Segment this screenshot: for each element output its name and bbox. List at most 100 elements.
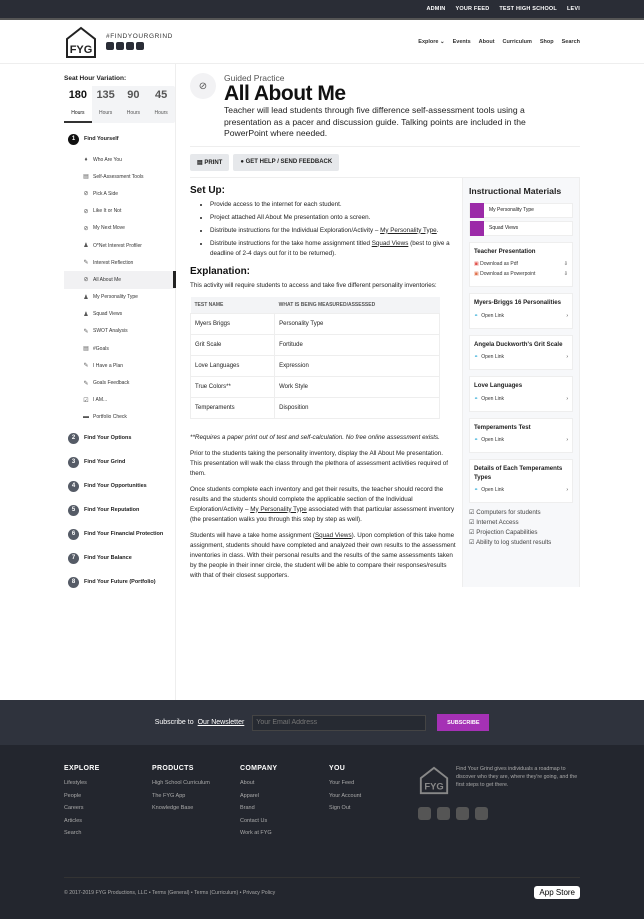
step-7[interactable]: 7 Find Your Balance (64, 546, 175, 570)
nav-shop[interactable]: Shop (540, 39, 554, 45)
step-6[interactable]: 6 Find Your Financial Protection (64, 522, 175, 546)
footer-link[interactable]: Apparel (240, 793, 277, 799)
newsletter-bar: Subscribe to Our Newsletter SUBSCRIBE (0, 700, 644, 745)
step-1[interactable]: 1 Find Yourself (64, 127, 175, 151)
footer-link[interactable]: Contact Us (240, 818, 277, 824)
subscribe-button[interactable]: SUBSCRIBE (437, 714, 490, 731)
sidebar-item[interactable]: ♟ O*Net Interest Profiler (64, 237, 175, 254)
hours-tab-45[interactable]: 45 Hours (147, 86, 175, 123)
material-tag[interactable]: Squad Views (469, 220, 573, 236)
table-row: True Colors** Work Style (189, 375, 440, 398)
newsletter-link[interactable]: Our Newsletter (198, 719, 245, 726)
requirement-item: ☑ Computers for students (469, 509, 541, 516)
footer-link[interactable]: Knowledge Base (152, 805, 210, 811)
step-5[interactable]: 5 Find Your Reputation (64, 498, 175, 522)
step-4[interactable]: 4 Find Your Opportunities (64, 474, 175, 498)
person-icon (470, 202, 484, 218)
download-icon: ⇩ (563, 271, 568, 277)
setup-item: Project attached All About Me presentati… (210, 213, 456, 223)
sidebar-item[interactable]: ✎ Goals Feedback (64, 374, 175, 391)
item-icon: ✎ (83, 328, 89, 335)
sidebar-item[interactable]: ✎ SWOT Analysis (64, 323, 175, 340)
admin-link[interactable]: ADMIN (426, 6, 445, 12)
instructional-materials: Instructional Materials My Personality T… (462, 177, 580, 587)
download-pdf[interactable]: ▣ Download as Pdf ⇩ (474, 261, 568, 267)
open-link[interactable]: ⚭ Open Link › (474, 487, 568, 493)
your-feed-link[interactable]: YOUR FEED (455, 6, 489, 12)
feedback-button[interactable]: ● GET HELP / SEND FEEDBACK (233, 153, 340, 171)
fyg-logo[interactable]: FYG (418, 765, 450, 797)
setup-item: Distribute instructions for the take hom… (210, 239, 456, 259)
footer-link[interactable]: Your Account (329, 793, 361, 799)
step-8[interactable]: 8 Find Your Future (Portfolio) (64, 570, 175, 594)
open-link[interactable]: ⚭ Open Link › (474, 437, 568, 443)
sidebar-item[interactable]: ♦ Who Are You (64, 151, 175, 168)
twitter-icon[interactable] (456, 807, 469, 820)
sidebar-item[interactable]: ✎ I Have a Plan (64, 357, 175, 374)
youtube-icon[interactable] (136, 42, 144, 50)
nav-about[interactable]: About (479, 39, 495, 45)
sidebar-item[interactable]: ▤ #Goals (64, 340, 175, 357)
footer-link[interactable]: Search (64, 830, 100, 836)
email-input[interactable] (252, 714, 427, 731)
school-link[interactable]: TEST HIGH SCHOOL (499, 6, 557, 12)
sidebar-item[interactable]: ♟ Squad Views (64, 306, 175, 323)
sidebar-item[interactable]: ⊘ All About Me (64, 271, 175, 289)
open-link[interactable]: ⚭ Open Link › (474, 396, 568, 402)
squad-views-link[interactable]: Squad Views (315, 532, 352, 539)
hours-tab-135[interactable]: 135 Hours (92, 86, 120, 123)
footer-link[interactable]: Sign Out (329, 805, 361, 811)
item-icon: ♦ (84, 156, 88, 163)
nav-curriculum[interactable]: Curriculum (503, 39, 532, 45)
nav-explore[interactable]: Explore ⌄ (418, 39, 444, 45)
footer-link[interactable]: About (240, 780, 277, 786)
sidebar-item[interactable]: ⊘ Pick A Side (64, 185, 175, 202)
nav-search[interactable]: Search (562, 39, 580, 45)
footer-link[interactable]: Work at FYG (240, 830, 277, 836)
open-link[interactable]: ⚭ Open Link › (474, 354, 568, 360)
instagram-icon[interactable] (437, 807, 450, 820)
twitter-icon[interactable] (126, 42, 134, 50)
personality-type-link[interactable]: My Personality Type (380, 227, 437, 234)
top-bar: ADMIN YOUR FEED TEST HIGH SCHOOL LEVI (0, 0, 644, 20)
item-icon: ♟ (83, 311, 89, 318)
footer-link[interactable]: Brand (240, 805, 277, 811)
app-store-badge[interactable]: App Store (534, 886, 580, 899)
step-2[interactable]: 2 Find Your Options (64, 426, 175, 450)
footer-link[interactable]: Careers (64, 805, 100, 811)
material-tag[interactable]: My Personality Type (469, 202, 573, 218)
sidebar-item[interactable]: ▬ Portfolio Check (64, 409, 175, 426)
facebook-icon[interactable] (106, 42, 114, 50)
footer-link[interactable]: Articles (64, 818, 100, 824)
step-3[interactable]: 3 Find Your Grind (64, 450, 175, 474)
footer-link[interactable]: People (64, 793, 100, 799)
site-header: FYG #FINDYOURGRIND Explore ⌄ Events About C… (0, 20, 644, 64)
sidebar-item[interactable]: ☑ I AM... (64, 392, 175, 409)
paragraph: Prior to the students taking the persona… (190, 449, 448, 477)
open-link[interactable]: ⚭ Open Link › (474, 313, 568, 319)
hours-tab-90[interactable]: 90 Hours (120, 86, 148, 123)
youtube-icon[interactable] (475, 807, 488, 820)
footer-link[interactable]: High School Curriculum (152, 780, 210, 786)
requirement-item: ☑ Ability to log student results (469, 539, 552, 546)
download-ppt[interactable]: ▣ Download as Powerpoint ⇩ (474, 271, 568, 277)
sidebar-item[interactable]: ♟ My Personality Type (64, 289, 175, 306)
facebook-icon[interactable] (418, 807, 431, 820)
sidebar-item[interactable]: ⊘ Like It or Not (64, 203, 175, 220)
print-button[interactable]: ▤ PRINT (190, 153, 230, 171)
sidebar-item[interactable]: ⊘ My Next Move (64, 220, 175, 237)
footer-link[interactable]: The FYG App (152, 793, 210, 799)
nav-events[interactable]: Events (453, 39, 471, 45)
fyg-logo[interactable]: FYG (64, 25, 98, 59)
footer-link[interactable]: Your Feed (329, 780, 361, 786)
instagram-icon[interactable] (116, 42, 124, 50)
paragraph: Once students complete each inventory an… (190, 485, 455, 523)
squad-views-link[interactable]: Squad Views (372, 240, 409, 247)
footer-link[interactable]: Lifestyles (64, 780, 100, 786)
sidebar-item[interactable]: ✎ Interest Reflection (64, 254, 175, 271)
hours-tab-180[interactable]: 180 Hours (64, 86, 92, 123)
main-content: ⊘ Guided Practice All About Me Teacher w… (176, 64, 580, 701)
personality-type-link[interactable]: My Personality Type (250, 506, 307, 513)
user-menu[interactable]: LEVI (567, 6, 580, 12)
sidebar-item[interactable]: ▤ Self-Assessment Tools (64, 168, 175, 185)
